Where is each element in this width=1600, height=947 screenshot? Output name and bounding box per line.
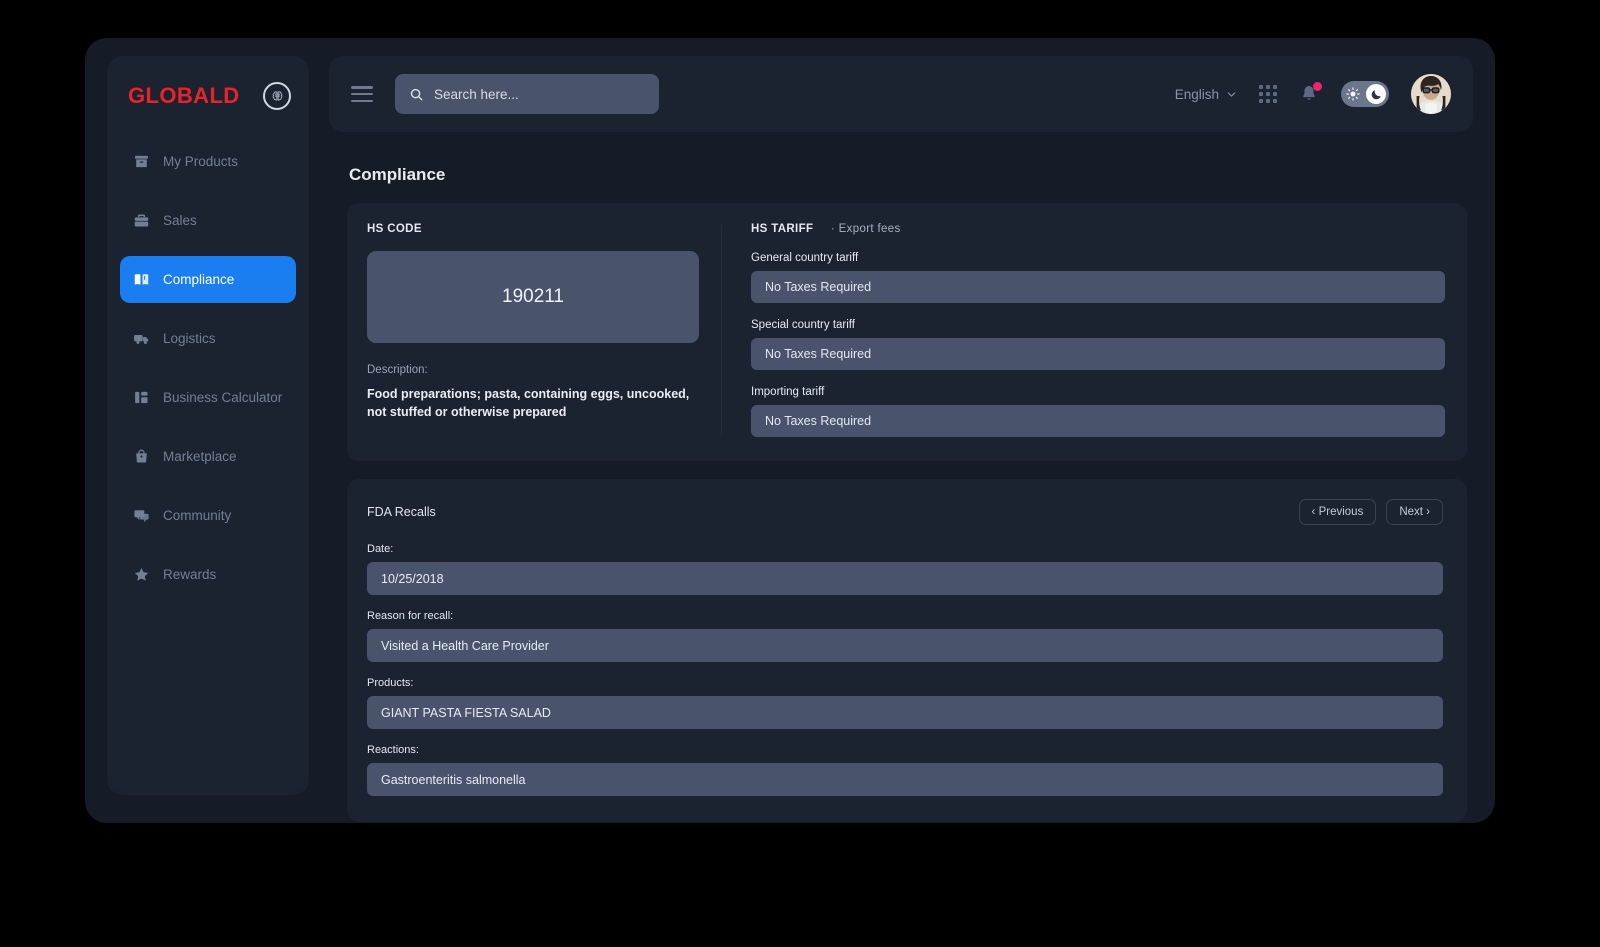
sidebar-item-rewards[interactable]: Rewards [120,551,296,598]
description-text: Food preparations; pasta, containing egg… [367,387,690,419]
sidebar-item-business-calculator[interactable]: Business Calculator [120,374,296,421]
sidebar-item-label: My Products [163,154,239,169]
notifications-button[interactable] [1299,82,1322,105]
brand-logo: GLOBALD [128,83,240,108]
chevron-down-icon [1227,91,1236,97]
sidebar-item-label: Compliance [163,272,235,287]
page-title: Compliance [349,165,446,184]
fda-recalls-title: FDA Recalls [367,505,436,519]
general-country-tariff-label: General country tariff [751,252,859,264]
next-button[interactable]: Next › [1386,499,1443,525]
moon-icon [1371,89,1381,99]
topbar: Search here... English [329,56,1473,132]
fda-recalls-card: FDA Recalls ‹ Previous Next › Date: 10/2… [347,479,1467,822]
hs-tariff-section-label: HS TARIFF · Export fees [751,223,1445,235]
theme-toggle[interactable] [1341,81,1389,107]
importing-tariff-value[interactable]: No Taxes Required [751,405,1445,437]
special-country-tariff-value[interactable]: No Taxes Required [751,338,1445,370]
compliance-summary-card: HS CODE 190211 Description: Food prepara… [347,203,1467,461]
search-icon [410,88,423,100]
hs-tariff-subtitle: · Export fees [830,223,901,235]
search-placeholder: Search here... [434,86,519,102]
description-label: Description: [367,364,428,376]
brand-row: GLOBALD [107,56,309,110]
briefcase-icon [133,212,150,229]
importing-tariff-label: Importing tariff [751,386,825,398]
fda-products-label: Products: [367,677,414,689]
dashboard-blocks-icon [133,389,150,406]
user-avatar-photo [1411,74,1451,114]
fda-reason-label: Reason for recall: [367,610,454,622]
sidebar-item-community[interactable]: Community [120,492,296,539]
topbar-actions: English [1175,74,1451,114]
truck-icon [133,330,150,347]
language-selector[interactable]: English [1175,87,1237,102]
search-input[interactable]: Search here... [395,74,659,114]
hamburger-icon[interactable] [351,86,373,102]
sidebar-item-compliance[interactable]: Compliance [120,256,296,303]
sidebar-item-label: Logistics [163,331,216,346]
avatar[interactable] [1411,74,1451,114]
sidebar-item-my-products[interactable]: My Products [120,138,296,185]
sidebar-item-logistics[interactable]: Logistics [120,315,296,362]
fda-recalls-body: Date: 10/25/2018 Reason for recall: Visi… [367,543,1443,796]
fda-date-label: Date: [367,543,394,555]
sidebar-item-label: Marketplace [163,449,237,464]
hs-tariff-section: HS TARIFF · Export fees General country … [722,223,1445,437]
fda-date-value[interactable]: 10/25/2018 [367,562,1443,595]
fda-recalls-header: FDA Recalls ‹ Previous Next › [367,499,1443,525]
app-window: GLOBALD My Products Sales Compliance Log… [85,38,1495,823]
main-area: Search here... English Compliance HS COD… [329,56,1473,841]
sidebar-item-sales[interactable]: Sales [120,197,296,244]
fda-reason-value[interactable]: Visited a Health Care Provider [367,629,1443,662]
previous-button[interactable]: ‹ Previous [1298,499,1377,525]
grid-dots-icon[interactable] [1259,85,1277,103]
hs-code-section-label: HS CODE [367,223,422,235]
sidebar-nav: My Products Sales Compliance Logistics B… [107,138,309,598]
open-book-icon [133,271,150,288]
archive-box-icon [133,153,150,170]
shopping-bag-icon [133,448,150,465]
special-country-tariff-label: Special country tariff [751,319,855,331]
sidebar-item-label: Rewards [163,567,217,582]
hs-code-section: HS CODE 190211 Description: Food prepara… [367,223,721,437]
theme-toggle-knob [1366,84,1386,104]
notification-badge [1313,82,1322,91]
fda-reactions-label: Reactions: [367,744,419,756]
language-label: English [1174,86,1219,102]
fda-recalls-pager: ‹ Previous Next › [1298,499,1443,525]
general-country-tariff-value[interactable]: No Taxes Required [751,271,1445,303]
sidebar-item-label: Business Calculator [163,390,283,405]
sidebar-item-marketplace[interactable]: Marketplace [120,433,296,480]
hs-code-value[interactable]: 190211 [367,251,699,343]
star-icon [133,566,150,583]
fda-reactions-value[interactable]: Gastroenteritis salmonella [367,763,1443,796]
fda-products-value[interactable]: GIANT PASTA FIESTA SALAD [367,696,1443,729]
chat-bubbles-icon [133,507,150,524]
brain-icon[interactable] [263,82,291,110]
sidebar-item-label: Community [163,508,232,523]
sun-icon [1346,87,1360,101]
sidebar: GLOBALD My Products Sales Compliance Log… [107,56,309,795]
sidebar-item-label: Sales [163,213,197,228]
hs-tariff-title: HS TARIFF [751,223,814,235]
